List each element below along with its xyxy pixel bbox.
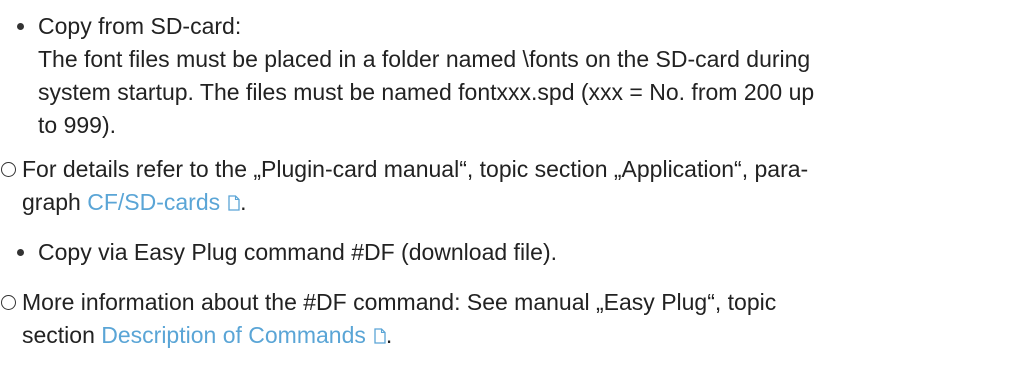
link-label: CF/SD-cards xyxy=(87,189,221,215)
link-label: Description of Commands xyxy=(101,322,366,348)
document-icon xyxy=(374,328,386,344)
open-circle-icon xyxy=(1,162,16,177)
note-text-prefix: section xyxy=(22,322,102,348)
bullet-dot-icon xyxy=(17,23,24,30)
open-circle-icon xyxy=(1,295,16,310)
bullet-text-line: The font files must be placed in a folde… xyxy=(38,46,811,72)
note-text-line: graph CF/SD-cards. xyxy=(22,189,247,215)
note-text-suffix: . xyxy=(385,322,393,348)
note-text-line: section Description of Commands. xyxy=(22,319,1022,352)
note-text-prefix: graph xyxy=(22,189,88,215)
note-text-line: More information about the #DF command: … xyxy=(22,289,777,315)
document-icon xyxy=(228,195,240,211)
bullet-text-line: system startup. The files must be named … xyxy=(38,79,815,105)
description-of-commands-link[interactable]: Description of Commands xyxy=(101,322,386,348)
cf-sd-cards-link[interactable]: CF/SD-cards xyxy=(87,189,240,215)
note-text-line: For details refer to the „Plugin-card ma… xyxy=(22,156,809,182)
bullet-text-line: to 999). xyxy=(38,112,116,138)
bullet-title: Copy from SD-card: xyxy=(38,13,242,39)
bullet-dot-icon xyxy=(17,249,24,256)
bullet-text-line: Copy via Easy Plug command #DF (download… xyxy=(38,239,558,265)
